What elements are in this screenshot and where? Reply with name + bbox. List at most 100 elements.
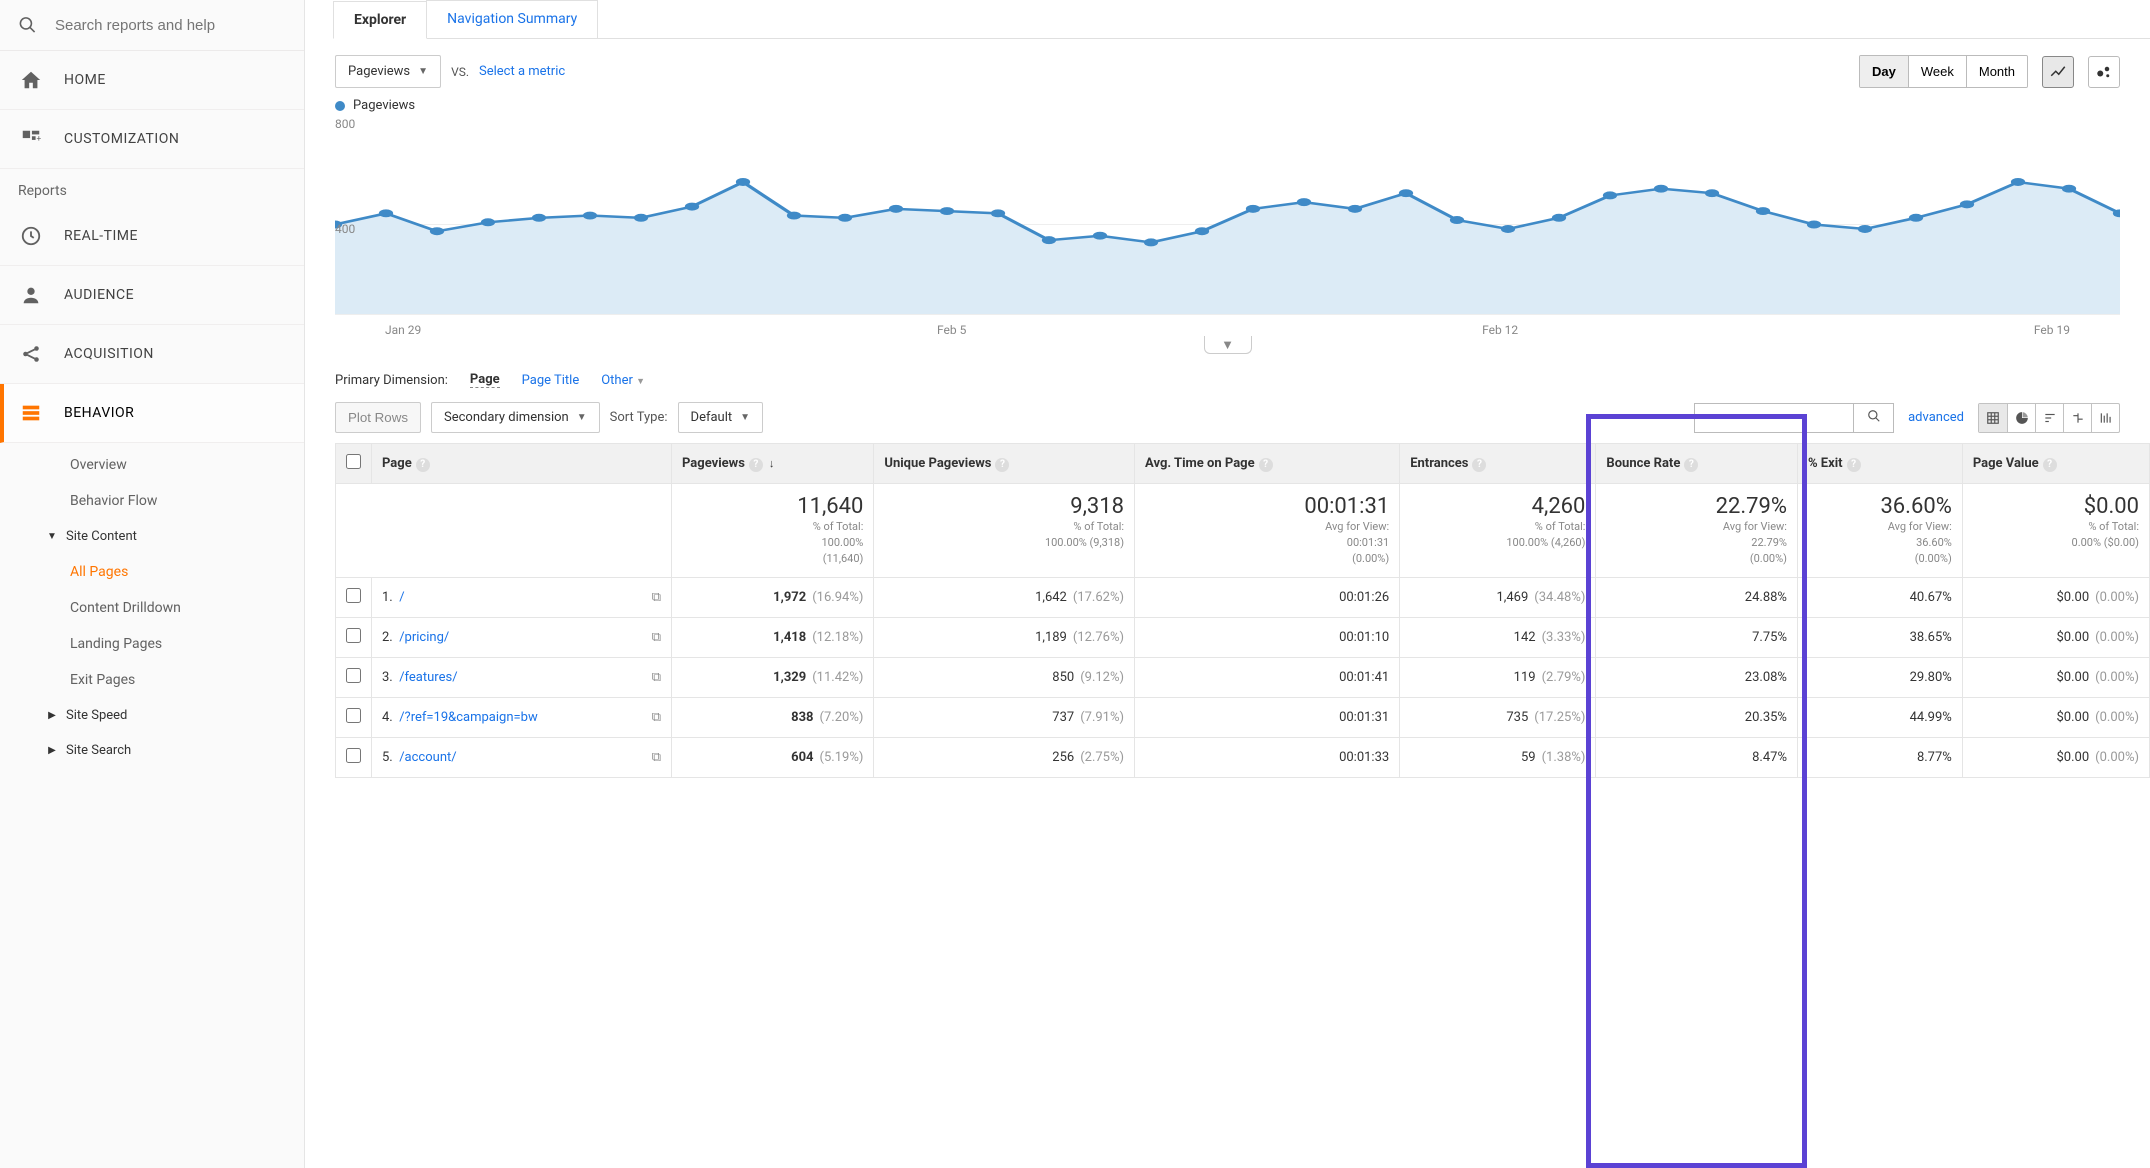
subnav-site-speed[interactable]: ▶ Site Speed — [38, 698, 304, 733]
view-pie-button[interactable] — [2007, 404, 2035, 432]
col-pct-exit[interactable]: % Exit? — [1797, 444, 1962, 484]
col-unique-pageviews[interactable]: Unique Pageviews? — [874, 444, 1135, 484]
search-icon — [1867, 409, 1881, 423]
row-checkbox[interactable] — [346, 588, 361, 603]
cell-pageviews: 1,329(11.42%) — [672, 657, 874, 697]
select-all-checkbox[interactable] — [346, 454, 361, 469]
cell-avg-time: 00:01:10 — [1135, 617, 1400, 657]
plot-rows-button[interactable]: Plot Rows — [335, 402, 421, 433]
row-checkbox[interactable] — [346, 748, 361, 763]
open-external-icon[interactable]: ⧉ — [652, 590, 661, 605]
nav-acquisition[interactable]: ACQUISITION — [0, 325, 304, 384]
cell-pageviews: 604(5.19%) — [672, 737, 874, 777]
line-chart-icon — [2049, 63, 2067, 81]
granularity-month[interactable]: Month — [1966, 56, 2027, 87]
advanced-link[interactable]: advanced — [1908, 410, 1964, 425]
table-search — [1694, 403, 1894, 433]
col-page-value[interactable]: Page Value? — [1962, 444, 2149, 484]
nav-realtime[interactable]: REAL-TIME — [0, 207, 304, 266]
nav-behavior[interactable]: BEHAVIOR — [0, 384, 304, 443]
dimension-page-title[interactable]: Page Title — [522, 373, 580, 388]
nav-audience[interactable]: AUDIENCE — [0, 266, 304, 325]
tab-navigation-summary[interactable]: Navigation Summary — [426, 0, 598, 38]
page-link[interactable]: /features/ — [399, 670, 457, 685]
open-external-icon[interactable]: ⧉ — [652, 630, 661, 645]
cell-avg-time: 00:01:26 — [1135, 577, 1400, 617]
row-checkbox[interactable] — [346, 708, 361, 723]
col-entrances[interactable]: Entrances? — [1400, 444, 1596, 484]
view-comparison-button[interactable] — [2063, 404, 2091, 432]
tab-explorer[interactable]: Explorer — [333, 1, 427, 39]
cell-page-value: $0.00(0.00%) — [1962, 617, 2149, 657]
help-icon[interactable]: ? — [1472, 458, 1486, 472]
cell-entrances: 59(1.38%) — [1400, 737, 1596, 777]
view-bar-button[interactable] — [2035, 404, 2063, 432]
secondary-dimension-dropdown[interactable]: Secondary dimension ▼ — [431, 402, 600, 433]
dimension-page[interactable]: Page — [470, 372, 500, 388]
reports-section-label: Reports — [0, 169, 304, 207]
col-avg-time[interactable]: Avg. Time on Page? — [1135, 444, 1400, 484]
granularity-day[interactable]: Day — [1860, 56, 1908, 87]
summary-bounce: 22.79% — [1606, 494, 1787, 519]
chart: 400 — [335, 135, 2120, 315]
open-external-icon[interactable]: ⧉ — [652, 670, 661, 685]
cell-unique-pageviews: 256(2.75%) — [874, 737, 1135, 777]
col-bounce-rate[interactable]: Bounce Rate? — [1596, 444, 1798, 484]
metric-picker[interactable]: Pageviews ▼ — [335, 55, 441, 88]
subnav-landing-pages[interactable]: Landing Pages — [62, 626, 304, 662]
granularity-week[interactable]: Week — [1908, 56, 1966, 87]
cell-page: 3. /features/⧉ — [372, 657, 672, 697]
view-pivot-button[interactable] — [2091, 404, 2119, 432]
col-pageviews[interactable]: Pageviews?↓ — [672, 444, 874, 484]
subnav-exit-pages[interactable]: Exit Pages — [62, 662, 304, 698]
page-link[interactable]: /?ref=19&campaign=bw — [399, 710, 538, 725]
toolbar: Pageviews ▼ VS. Select a metric Day Week… — [305, 39, 2150, 98]
open-external-icon[interactable]: ⧉ — [652, 710, 661, 725]
dimension-other[interactable]: Other ▼ — [601, 373, 645, 388]
chart-type-line-button[interactable] — [2042, 56, 2074, 88]
cell-page-value: $0.00(0.00%) — [1962, 737, 2149, 777]
cell-unique-pageviews: 737(7.91%) — [874, 697, 1135, 737]
help-icon[interactable]: ? — [995, 458, 1009, 472]
page-link[interactable]: /pricing/ — [399, 630, 449, 645]
data-table: Page? Pageviews?↓ Unique Pageviews? Avg.… — [335, 443, 2150, 778]
cell-page: 2. /pricing/⧉ — [372, 617, 672, 657]
view-table-button[interactable] — [1979, 404, 2007, 432]
metric-picker-label: Pageviews — [348, 64, 410, 79]
page-link[interactable]: / — [399, 590, 404, 605]
cell-avg-time: 00:01:41 — [1135, 657, 1400, 697]
summary-pageviews: 11,640 — [682, 494, 863, 519]
help-icon[interactable]: ? — [1684, 458, 1698, 472]
subnav-content-drilldown[interactable]: Content Drilldown — [62, 590, 304, 626]
chart-type-motion-button[interactable] — [2088, 56, 2120, 88]
subnav-all-pages[interactable]: All Pages — [62, 554, 304, 590]
table-search-input[interactable] — [1694, 403, 1854, 433]
help-icon[interactable]: ? — [749, 458, 763, 472]
x-tick: Feb 12 — [1482, 323, 1518, 337]
help-icon[interactable]: ? — [1847, 458, 1861, 472]
help-icon[interactable]: ? — [2043, 458, 2057, 472]
row-checkbox[interactable] — [346, 668, 361, 683]
table-row: 4. /?ref=19&campaign=bw⧉838(7.20%)737(7.… — [336, 697, 2150, 737]
nav-home[interactable]: HOME — [0, 51, 304, 110]
subnav-overview[interactable]: Overview — [62, 447, 304, 483]
expand-chart-handle[interactable]: ▼ — [1204, 336, 1252, 354]
subnav-site-search[interactable]: ▶ Site Search — [38, 733, 304, 768]
help-icon[interactable]: ? — [416, 458, 430, 472]
x-tick: Feb 5 — [937, 323, 966, 337]
row-checkbox[interactable] — [346, 628, 361, 643]
subnav-behavior-flow[interactable]: Behavior Flow — [62, 483, 304, 519]
help-icon[interactable]: ? — [1259, 458, 1273, 472]
open-external-icon[interactable]: ⧉ — [652, 750, 661, 765]
table-search-button[interactable] — [1854, 403, 1894, 433]
cell-bounce-rate: 8.47% — [1596, 737, 1798, 777]
col-page[interactable]: Page? — [372, 444, 672, 484]
subnav-site-content[interactable]: ▼ Site Content — [38, 519, 304, 554]
nav-customization[interactable]: + CUSTOMIZATION — [0, 110, 304, 169]
select-metric-link[interactable]: Select a metric — [479, 64, 565, 79]
caret-down-icon: ▼ — [636, 377, 645, 387]
sort-type-dropdown[interactable]: Default ▼ — [678, 402, 764, 433]
cell-entrances: 1,469(34.48%) — [1400, 577, 1596, 617]
search-input[interactable] — [55, 17, 286, 34]
page-link[interactable]: /account/ — [399, 750, 456, 765]
